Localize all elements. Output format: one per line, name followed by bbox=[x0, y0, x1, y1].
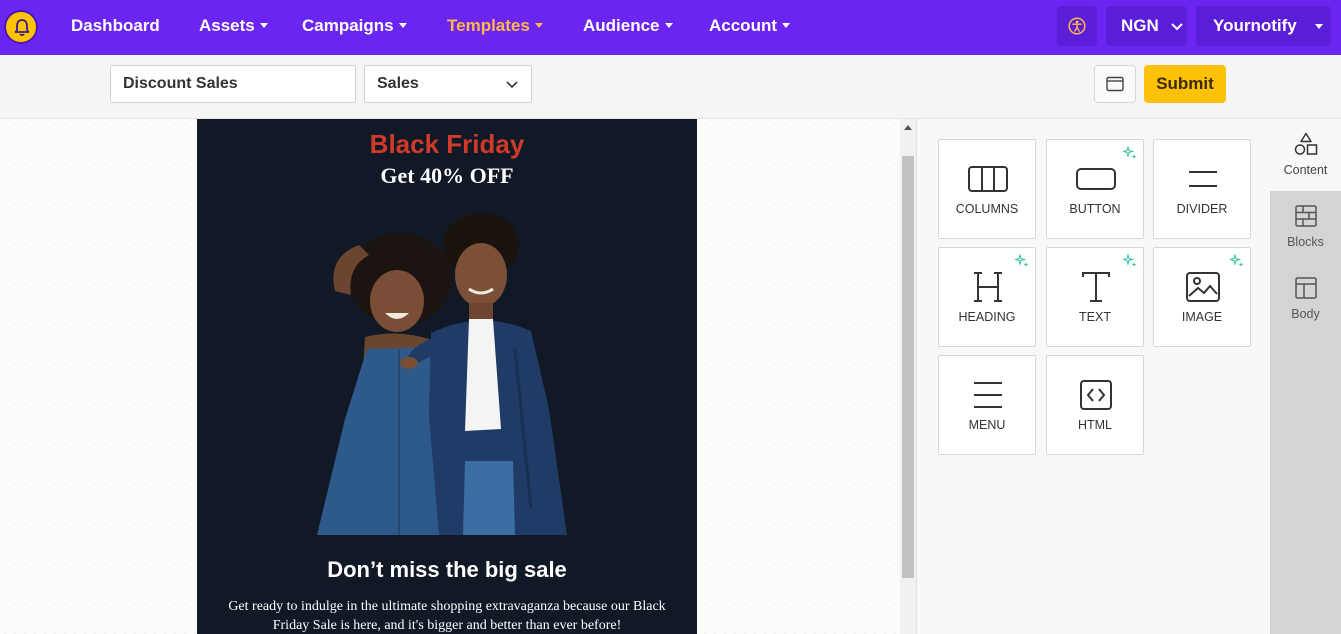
chevron-down-icon bbox=[506, 81, 518, 89]
tool-text-label: TEXT bbox=[1079, 310, 1111, 324]
currency-value: NGN bbox=[1121, 16, 1159, 35]
html-icon bbox=[1080, 380, 1112, 410]
scroll-up-arrow-icon[interactable] bbox=[904, 125, 912, 130]
image-icon bbox=[1186, 272, 1220, 302]
tool-text[interactable]: TEXT bbox=[1046, 247, 1144, 347]
tab-body[interactable]: Body bbox=[1270, 263, 1341, 335]
caret-down-icon bbox=[259, 23, 268, 28]
tool-html[interactable]: HTML bbox=[1046, 355, 1144, 455]
tool-divider[interactable]: DIVIDER bbox=[1153, 139, 1251, 239]
currency-select[interactable]: NGN bbox=[1106, 6, 1187, 46]
tool-divider-label: DIVIDER bbox=[1176, 202, 1228, 216]
sparkle-icon bbox=[1230, 254, 1244, 267]
tool-html-label: HTML bbox=[1077, 418, 1113, 432]
nav-templates-label: Templates bbox=[447, 16, 530, 35]
tool-heading-label: HEADING bbox=[958, 310, 1016, 324]
email-preview[interactable]: Black Friday Get 40% OFF Don’t miss the … bbox=[197, 119, 697, 634]
user-menu[interactable]: Yournotify bbox=[1196, 6, 1331, 46]
tool-menu[interactable]: MENU bbox=[938, 355, 1036, 455]
category-select[interactable]: Sales bbox=[364, 65, 532, 103]
category-value: Sales bbox=[377, 75, 419, 92]
button-icon bbox=[1076, 168, 1116, 190]
top-nav: Dashboard Assets Campaigns Templates Aud… bbox=[0, 0, 1341, 55]
nav-account-label: Account bbox=[709, 16, 777, 35]
sparkle-icon bbox=[1123, 146, 1137, 159]
nav-assets[interactable]: Assets bbox=[199, 0, 268, 55]
tool-button[interactable]: BUTTON bbox=[1046, 139, 1144, 239]
tool-columns-label: COLUMNS bbox=[955, 202, 1019, 216]
editor-side-tabs: Content Blocks Body bbox=[1270, 119, 1341, 634]
user-name: Yournotify bbox=[1213, 16, 1297, 35]
heading-icon bbox=[974, 272, 1002, 302]
tool-columns[interactable]: COLUMNS bbox=[938, 139, 1036, 239]
nav-campaigns[interactable]: Campaigns bbox=[302, 0, 407, 55]
canvas-scroll-thumb[interactable] bbox=[902, 156, 914, 578]
chevron-down-icon bbox=[1171, 23, 1183, 31]
tab-blocks-label: Blocks bbox=[1287, 235, 1324, 249]
nav-campaigns-label: Campaigns bbox=[302, 16, 394, 35]
text-icon bbox=[1082, 272, 1110, 302]
tool-image-label: IMAGE bbox=[1181, 310, 1223, 324]
app-logo[interactable] bbox=[4, 10, 38, 44]
tab-blocks[interactable]: Blocks bbox=[1270, 191, 1341, 263]
nav-dashboard[interactable]: Dashboard bbox=[71, 0, 160, 55]
tool-heading[interactable]: HEADING bbox=[938, 247, 1036, 347]
tool-image[interactable]: IMAGE bbox=[1153, 247, 1251, 347]
nav-account[interactable]: Account bbox=[709, 0, 790, 55]
submit-button[interactable]: Submit bbox=[1144, 65, 1226, 103]
sparkle-icon bbox=[1015, 254, 1029, 267]
caret-down-icon bbox=[534, 23, 543, 28]
caret-down-icon bbox=[398, 23, 407, 28]
hero-image[interactable] bbox=[305, 209, 615, 535]
nav-assets-label: Assets bbox=[199, 16, 255, 35]
caret-down-icon bbox=[782, 23, 790, 28]
tab-content-label: Content bbox=[1283, 163, 1328, 177]
preview-button[interactable] bbox=[1094, 65, 1136, 103]
tool-menu-label: MENU bbox=[968, 418, 1006, 432]
menu-icon bbox=[974, 382, 1002, 408]
layout-icon bbox=[1295, 277, 1317, 299]
template-name-input[interactable] bbox=[110, 65, 356, 103]
accessibility-button[interactable] bbox=[1057, 6, 1097, 46]
window-icon bbox=[1106, 76, 1124, 92]
blocks-icon bbox=[1295, 205, 1317, 227]
bell-icon bbox=[14, 19, 30, 37]
editor-canvas[interactable]: Black Friday Get 40% OFF Don’t miss the … bbox=[0, 119, 916, 634]
content-panel: COLUMNS BUTTON DIVIDER HEADING TEXT IMAG… bbox=[916, 119, 1270, 634]
nav-audience[interactable]: Audience bbox=[583, 0, 673, 55]
tool-button-label: BUTTON bbox=[1069, 202, 1121, 216]
email-heading[interactable]: Don’t miss the big sale bbox=[197, 557, 697, 583]
tab-content[interactable]: Content bbox=[1270, 119, 1341, 191]
nav-templates[interactable]: Templates bbox=[447, 0, 543, 55]
nav-audience-label: Audience bbox=[583, 16, 660, 35]
email-subtitle[interactable]: Get 40% OFF bbox=[197, 163, 697, 189]
tab-body-label: Body bbox=[1291, 307, 1320, 321]
nav-dashboard-label: Dashboard bbox=[71, 16, 160, 35]
caret-down-icon bbox=[664, 23, 673, 28]
editor-toolbar: Sales Submit bbox=[0, 55, 1341, 119]
accessibility-icon bbox=[1068, 17, 1086, 35]
email-paragraph[interactable]: Get ready to indulge in the ultimate sho… bbox=[217, 597, 677, 634]
email-title[interactable]: Black Friday bbox=[197, 129, 697, 160]
columns-icon bbox=[968, 166, 1008, 192]
sparkle-icon bbox=[1123, 254, 1137, 267]
divider-icon bbox=[1189, 171, 1217, 187]
caret-down-icon bbox=[1315, 24, 1323, 29]
shapes-icon bbox=[1294, 132, 1318, 155]
